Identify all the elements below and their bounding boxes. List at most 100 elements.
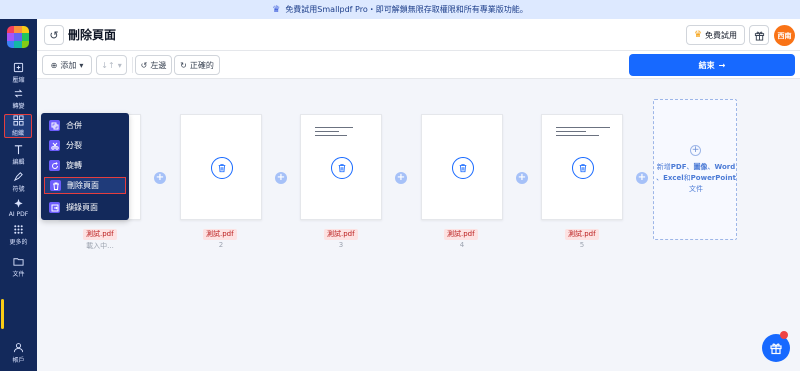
free-trial-button[interactable]: ♛ 免費試用	[686, 25, 745, 45]
app-logo[interactable]	[7, 26, 29, 48]
sidebar-item-more[interactable]: 更多的	[0, 223, 37, 247]
sidebar-item-label: 組織	[11, 130, 24, 137]
finish-button[interactable]: 結束 →	[629, 54, 795, 76]
undo-button[interactable]: ↺	[44, 25, 64, 45]
banner-text: 免費試用Smallpdf Pro・即可解鎖無限存取權限和所有專業版功能。	[285, 5, 528, 14]
page-number: 3	[338, 241, 344, 249]
insert-page-button[interactable]: +	[154, 172, 166, 184]
crown-icon: ♛	[272, 4, 281, 15]
page-card-3[interactable]	[300, 114, 382, 220]
convert-icon	[14, 89, 23, 98]
trash-icon	[459, 164, 467, 173]
arrow-right-icon: →	[718, 60, 726, 70]
sidebar-item-label: 文件	[12, 271, 25, 278]
trash-icon	[218, 164, 226, 173]
sidebar-item-label: 符號	[12, 186, 25, 193]
compress-icon	[13, 62, 24, 73]
page-card-4[interactable]	[421, 114, 503, 220]
more-icon	[14, 225, 23, 234]
sidebar-item-label: 編輯	[12, 159, 25, 166]
rotate-right-label: 正確的	[189, 60, 214, 70]
delete-page-button[interactable]	[211, 157, 233, 179]
sidebar-item-documents[interactable]: 文件	[0, 255, 37, 279]
crown-icon: ♛	[693, 30, 703, 40]
delete-page-button[interactable]	[572, 157, 594, 179]
add-button[interactable]: ⊕ 添加 ▾	[42, 55, 92, 75]
rotate-right-button[interactable]: ↻ 正確的	[174, 55, 220, 75]
gift-icon	[754, 31, 764, 41]
edit-icon	[14, 145, 23, 155]
file-name-tag: 測試.pdf	[444, 229, 478, 240]
page-text-preview	[556, 127, 610, 139]
page-caption: 載入中...	[86, 242, 114, 250]
sidebar-item-sign[interactable]: 符號	[0, 170, 37, 194]
sidebar-item-label: 帳戶	[12, 357, 25, 364]
organize-icon	[12, 115, 24, 126]
file-name-tag: 測試.pdf	[324, 229, 358, 240]
sidebar-item-account[interactable]: 帳戶	[0, 341, 37, 365]
toolbar-divider	[132, 57, 133, 73]
account-icon	[13, 343, 24, 353]
sort-button[interactable]: ↓↑ ▾	[96, 55, 127, 75]
plus-circle-icon: ⊕	[50, 60, 58, 70]
toolbar: ⊕ 添加 ▾ ↓↑ ▾ ↺ 左邊 ↻ 正確的 結束 →	[37, 51, 800, 79]
file-name-tag: 測試.pdf	[565, 229, 599, 240]
merge-icon	[49, 120, 60, 131]
folder-icon	[13, 258, 24, 266]
split-icon	[49, 140, 60, 151]
rotate-icon	[49, 160, 60, 171]
file-name-tag: 測試.pdf	[83, 229, 117, 240]
trash-icon	[579, 164, 587, 173]
delete-page-button[interactable]	[452, 157, 474, 179]
gift-button[interactable]	[749, 25, 769, 45]
plus-icon: +	[690, 145, 701, 156]
free-trial-label: 免費試用	[705, 30, 738, 40]
page-card-2[interactable]	[180, 114, 262, 220]
menu-item-split[interactable]: 分裂	[44, 137, 126, 154]
ai-icon	[14, 198, 23, 208]
insert-page-button[interactable]: +	[636, 172, 648, 184]
page-number: 5	[579, 241, 585, 249]
rotate-left-icon: ↺	[140, 60, 148, 70]
sidebar-item-label: 壓縮	[12, 77, 25, 84]
insert-page-button[interactable]: +	[516, 172, 528, 184]
trash-icon	[338, 164, 346, 173]
page-title: 刪除頁面	[68, 28, 117, 42]
upgrade-indicator	[1, 299, 4, 329]
finish-label: 結束	[698, 60, 715, 70]
sidebar-item-edit[interactable]: 編輯	[0, 143, 37, 167]
header: ↺ 刪除頁面 ♛ 免費試用 西南	[37, 19, 800, 51]
sidebar-item-label: AI PDF	[8, 211, 29, 218]
add-files-dropzone[interactable]: + 新增PDF、圖像、Word 、Excel和PowerPoint文件	[653, 99, 737, 240]
caret-down-icon: ▾	[117, 60, 122, 70]
delete-page-button[interactable]	[331, 157, 353, 179]
undo-icon: ↺	[49, 28, 59, 42]
file-name-tag: 測試.pdf	[203, 229, 237, 240]
menu-item-merge[interactable]: 合併	[44, 117, 126, 134]
add-files-text: 新增PDF、圖像、Word 、Excel和PowerPoint文件	[656, 163, 736, 193]
page-text-preview	[315, 127, 369, 139]
insert-page-button[interactable]: +	[395, 172, 407, 184]
insert-page-button[interactable]: +	[275, 172, 287, 184]
sidebar-item-label: 轉變	[12, 103, 25, 110]
sort-icon: ↓↑	[101, 60, 115, 70]
sign-icon	[13, 172, 23, 182]
organize-menu: 合併 分裂 旋轉 刪除頁面 擷錄頁面	[41, 113, 129, 220]
menu-item-rotate[interactable]: 旋轉	[44, 157, 126, 174]
sidebar-item-compress[interactable]: 壓縮	[0, 61, 37, 85]
page-card-5[interactable]	[541, 114, 623, 220]
avatar[interactable]: 西南	[774, 25, 795, 46]
sidebar-item-ai-pdf[interactable]: AI PDF	[0, 196, 37, 220]
sidebar-item-convert[interactable]: 轉變	[0, 87, 37, 111]
promo-banner[interactable]: ♛ 免費試用Smallpdf Pro・即可解鎖無限存取權限和所有專業版功能。	[0, 0, 800, 19]
sidebar-item-organize[interactable]: 組織	[4, 114, 32, 138]
menu-item-delete-pages[interactable]: 刪除頁面	[44, 177, 126, 194]
sidebar-item-label: 更多的	[9, 239, 28, 246]
rotate-left-button[interactable]: ↺ 左邊	[135, 55, 172, 75]
page-number: 4	[459, 241, 465, 249]
menu-item-extract-pages[interactable]: 擷錄頁面	[44, 199, 126, 216]
rotate-left-label: 左邊	[150, 60, 167, 70]
caret-down-icon: ▾	[79, 60, 84, 70]
gift-icon	[770, 343, 782, 355]
page-number: 2	[218, 241, 224, 249]
